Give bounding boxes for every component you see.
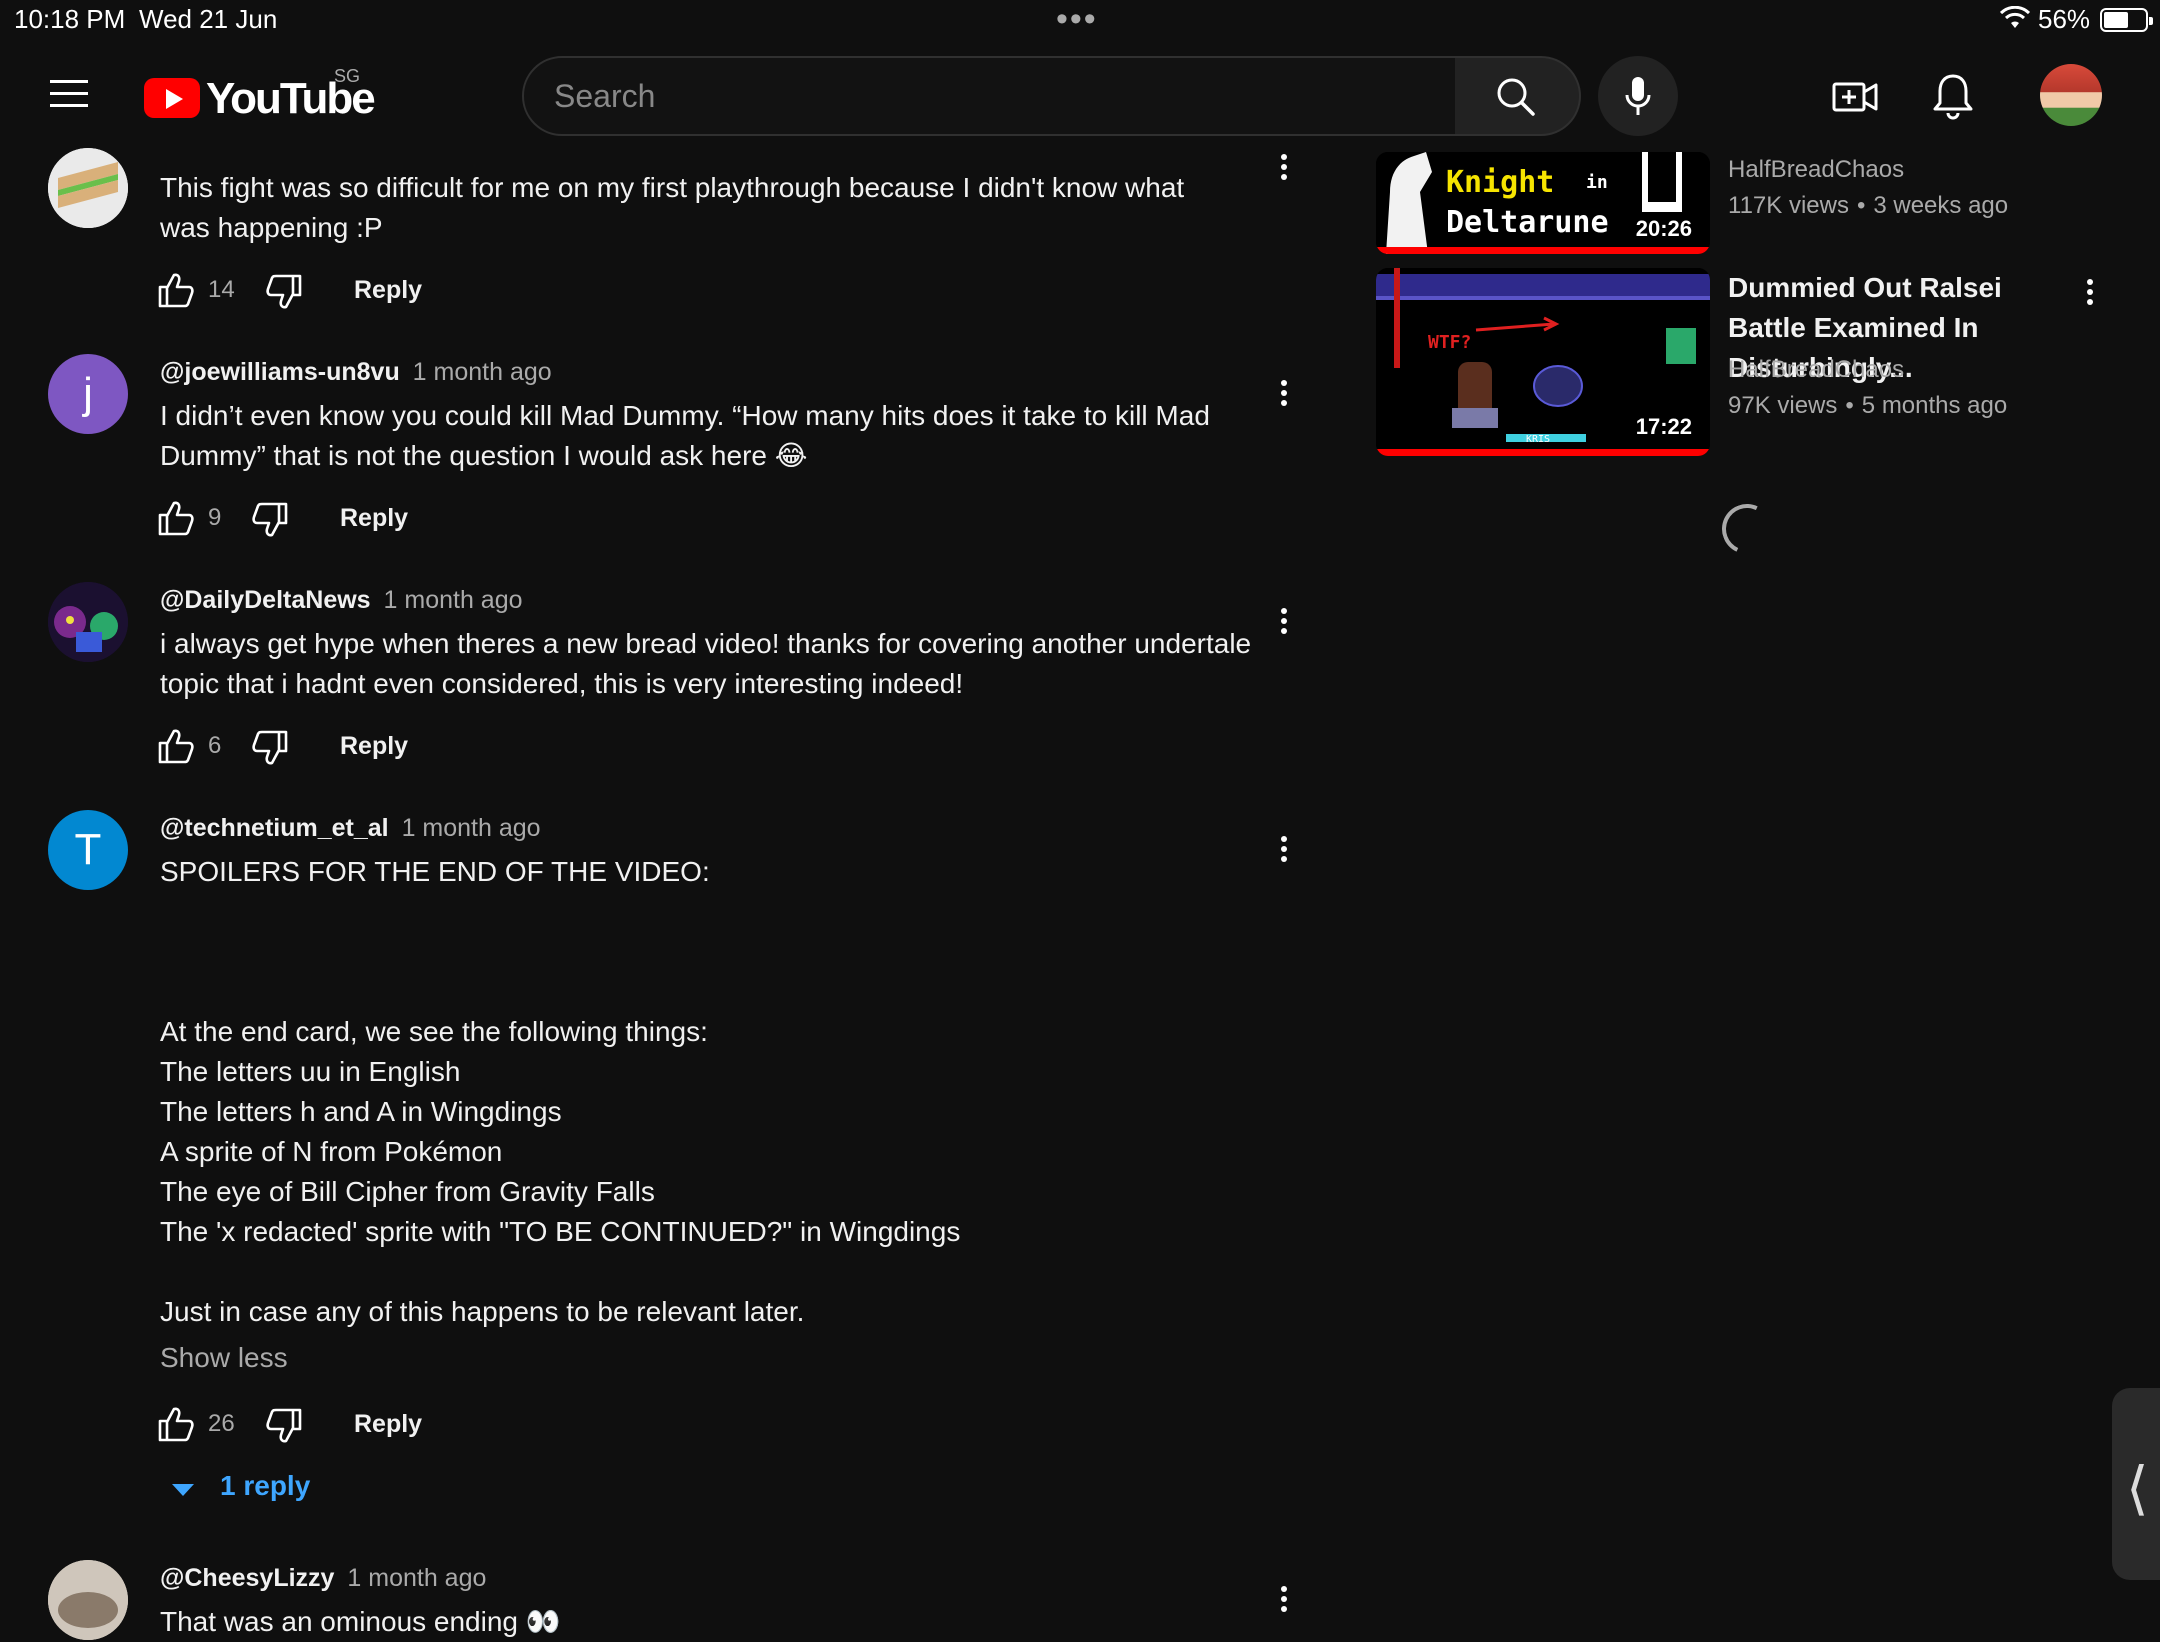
watch-progress-bar xyxy=(1376,247,1710,254)
avatar[interactable] xyxy=(48,582,128,662)
like-count: 14 xyxy=(208,276,235,303)
sandwich-avatar-icon xyxy=(48,148,128,228)
comment-more-icon[interactable] xyxy=(1278,604,1290,644)
comment-header: @DailyDeltaNews 1 month ago xyxy=(160,586,523,615)
like-count: 6 xyxy=(208,732,222,759)
character-avatar-icon xyxy=(48,582,128,662)
watch-progress-bar xyxy=(1376,449,1710,456)
comment-more-icon[interactable] xyxy=(1278,832,1290,872)
like-count: 9 xyxy=(208,504,222,531)
comment-more-icon[interactable] xyxy=(1278,1582,1290,1622)
meta-separator: • xyxy=(1845,392,1854,419)
loading-spinner-icon xyxy=(1714,496,1780,562)
avatar-letter: j xyxy=(83,369,93,418)
dislike-icon[interactable] xyxy=(264,272,304,312)
reply-button[interactable]: Reply xyxy=(340,732,408,761)
thumb-text: Deltarune xyxy=(1446,205,1609,240)
battery-percentage: 56% xyxy=(2038,4,2091,34)
avatar[interactable]: T xyxy=(48,810,128,890)
video-duration: 20:26 xyxy=(1629,214,1698,244)
create-video-icon[interactable] xyxy=(1832,74,1878,120)
video-meta: 97K views • 5 months ago xyxy=(1728,392,2007,420)
youtube-play-icon xyxy=(144,78,200,118)
photo-avatar-icon xyxy=(48,1560,128,1640)
thumb-text: in xyxy=(1586,172,1608,193)
voice-search-button[interactable] xyxy=(1598,56,1678,136)
reply-button[interactable]: Reply xyxy=(340,504,408,533)
replies-count: 1 reply xyxy=(220,1470,311,1501)
comment-author[interactable]: @DailyDeltaNews xyxy=(160,586,371,614)
dislike-icon[interactable] xyxy=(264,1406,304,1446)
comment-author[interactable]: @CheesyLizzy xyxy=(160,1564,334,1592)
video-thumbnail[interactable]: Knight in Deltarune 20:26 xyxy=(1376,152,1710,254)
comment-text: I didn’t even know you could kill Mad Du… xyxy=(160,400,1210,471)
avatar[interactable] xyxy=(48,148,128,228)
thumb-text: Knight xyxy=(1446,165,1554,200)
avatar[interactable] xyxy=(48,1560,128,1640)
channel-name[interactable]: HalfBreadChaos xyxy=(1728,156,1904,184)
upload-age: 5 months ago xyxy=(1861,392,2008,419)
avatar[interactable]: j xyxy=(48,354,128,434)
status-bar: 10:18 PM Wed 21 Jun ••• 56% xyxy=(0,0,2160,40)
like-count: 26 xyxy=(208,1410,235,1437)
chevron-down-icon xyxy=(172,1484,194,1496)
thumb-text: KRIS xyxy=(1526,434,1550,445)
avatar-letter: T xyxy=(74,825,102,874)
video-thumbnail[interactable]: WTF? KRIS 17:22 xyxy=(1376,268,1710,456)
comment-more-icon[interactable] xyxy=(1278,376,1290,416)
view-count: 97K views xyxy=(1728,392,1838,419)
chevron-left-icon: ⟨ xyxy=(2126,1454,2149,1522)
status-time: 10:18 PM xyxy=(14,4,126,34)
meta-separator: • xyxy=(1856,192,1866,219)
dislike-icon[interactable] xyxy=(250,728,290,768)
dislike-icon[interactable] xyxy=(250,500,290,540)
thumb-text: WTF? xyxy=(1428,332,1471,353)
battery-icon xyxy=(2100,8,2153,32)
comment-author[interactable]: @technetium_et_al xyxy=(160,814,389,842)
account-avatar[interactable] xyxy=(2040,64,2102,126)
video-meta: 117K views • 3 weeks ago xyxy=(1728,192,2008,220)
comment-header: @CheesyLizzy 1 month ago xyxy=(160,1564,486,1593)
reply-button[interactable]: Reply xyxy=(354,276,422,305)
like-icon[interactable] xyxy=(156,270,196,310)
comment-header: @technetium_et_al 1 month ago xyxy=(160,814,541,843)
comment-header: @joewilliams-un8vu 1 month ago xyxy=(160,358,552,387)
view-count: 117K views xyxy=(1728,192,1849,219)
upload-age: 3 weeks ago xyxy=(1873,192,2009,219)
like-icon[interactable] xyxy=(156,1404,196,1444)
like-icon[interactable] xyxy=(156,498,196,538)
status-date: Wed 21 Jun xyxy=(139,4,278,34)
search-input[interactable] xyxy=(554,58,1414,134)
menu-icon[interactable] xyxy=(50,78,90,110)
comment-age[interactable]: 1 month ago xyxy=(402,814,541,842)
comment-age[interactable]: 1 month ago xyxy=(347,1564,486,1592)
comment-text: This fight was so difficult for me on my… xyxy=(160,172,1185,243)
comment-more-icon[interactable] xyxy=(1278,150,1290,190)
comment-text: i always get hype when theres a new brea… xyxy=(160,628,1252,699)
comment-age[interactable]: 1 month ago xyxy=(413,358,552,386)
show-less-link[interactable]: Show less xyxy=(160,1342,288,1374)
multitasking-dots-icon[interactable]: ••• xyxy=(1056,0,1098,39)
microphone-icon xyxy=(1625,77,1651,115)
wifi-icon xyxy=(2000,6,2030,28)
search-icon xyxy=(1497,78,1535,116)
comment-text: That was an ominous ending 👀 xyxy=(160,1606,561,1637)
side-panel-handle[interactable]: ⟨ xyxy=(2112,1388,2160,1580)
video-duration: 17:22 xyxy=(1629,412,1698,442)
comment-text: SPOILERS FOR THE END OF THE VIDEO: At th… xyxy=(160,856,961,1327)
comment-author[interactable]: @joewilliams-un8vu xyxy=(160,358,400,386)
search-box[interactable] xyxy=(522,56,1457,136)
search-button[interactable] xyxy=(1455,56,1581,136)
masthead: YouTube SG xyxy=(0,40,2160,152)
more-actions-icon[interactable] xyxy=(2084,276,2096,312)
channel-name[interactable]: HalfBreadChaos xyxy=(1728,356,1904,384)
bell-icon[interactable] xyxy=(1930,72,1976,122)
like-icon[interactable] xyxy=(156,726,196,766)
comment-age[interactable]: 1 month ago xyxy=(384,586,523,614)
reply-button[interactable]: Reply xyxy=(354,1410,422,1439)
region-code: SG xyxy=(334,66,361,86)
